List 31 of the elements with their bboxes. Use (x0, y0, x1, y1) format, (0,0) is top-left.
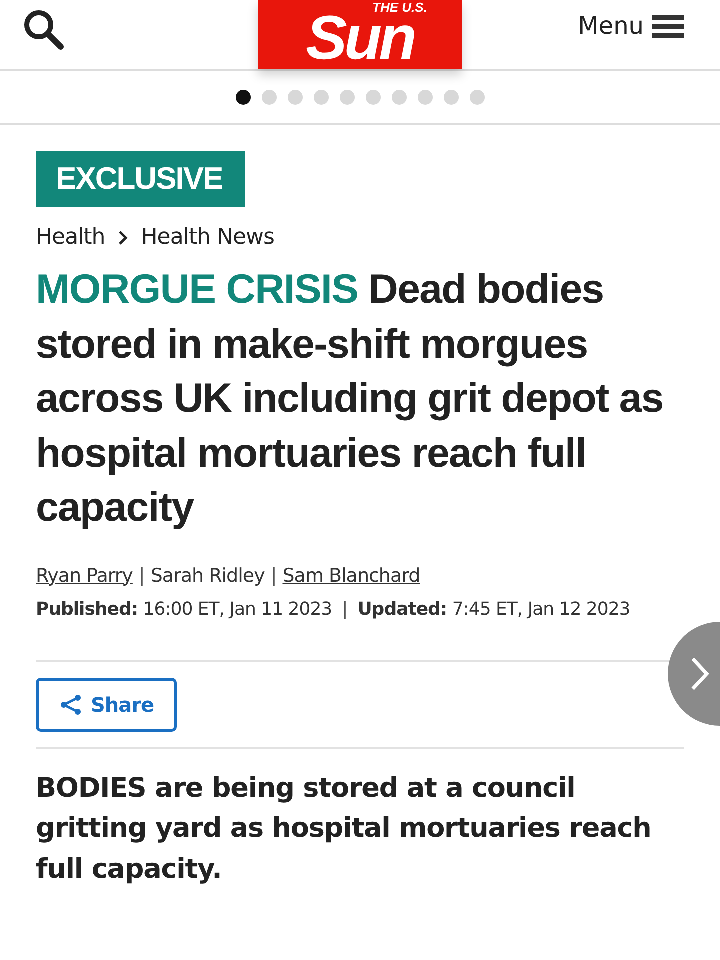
author-link[interactable]: Ryan Parry (36, 564, 133, 587)
date-text: Published: 16:00 ET, Jan 11 2023 (36, 598, 332, 620)
search-icon (22, 8, 66, 52)
carousel-dot[interactable] (236, 90, 250, 104)
headline: MORGUE CRISIS Dead bodies stored in make-shift morgues across UK including grit depot as hospital mortuaries reach full capacity (36, 265, 664, 532)
carousel-dot[interactable] (366, 90, 380, 104)
carousel-dot[interactable] (470, 90, 484, 104)
breadcrumb-link[interactable]: Health (36, 225, 106, 250)
carousel-dot[interactable] (392, 90, 406, 104)
author-link[interactable]: Sam Blanchard (282, 564, 420, 587)
date-text: Updated: 7:45 ET, Jan 12 2023 (358, 598, 630, 620)
carousel-dot[interactable] (288, 90, 302, 104)
lead-paragraph: BODIES are being stored at a council gritting yard as hospital mortuaries reach full capacity. (36, 772, 652, 887)
share-icon (59, 692, 83, 717)
carousel-dot[interactable] (340, 90, 354, 104)
byline-text: Sarah Ridley (150, 564, 265, 587)
carousel-dot[interactable] (418, 90, 432, 104)
carousel-dot[interactable] (262, 90, 276, 104)
carousel-dot[interactable] (314, 90, 328, 104)
breadcrumb-link[interactable]: Health News (141, 225, 274, 250)
separator: | (342, 598, 348, 620)
exclusive-badge: EXCLUSIVE (36, 151, 245, 207)
chevron-icon (690, 656, 710, 692)
separator: | (138, 564, 145, 587)
separator: | (270, 564, 277, 587)
carousel-dot[interactable] (444, 90, 458, 104)
menu-button[interactable]: Menu (578, 12, 684, 40)
menu-icon (652, 14, 684, 38)
site-logo[interactable]: THE U.S. Sun (258, 0, 462, 69)
share-button[interactable]: Share (36, 678, 178, 732)
chevron-icon (117, 230, 130, 246)
